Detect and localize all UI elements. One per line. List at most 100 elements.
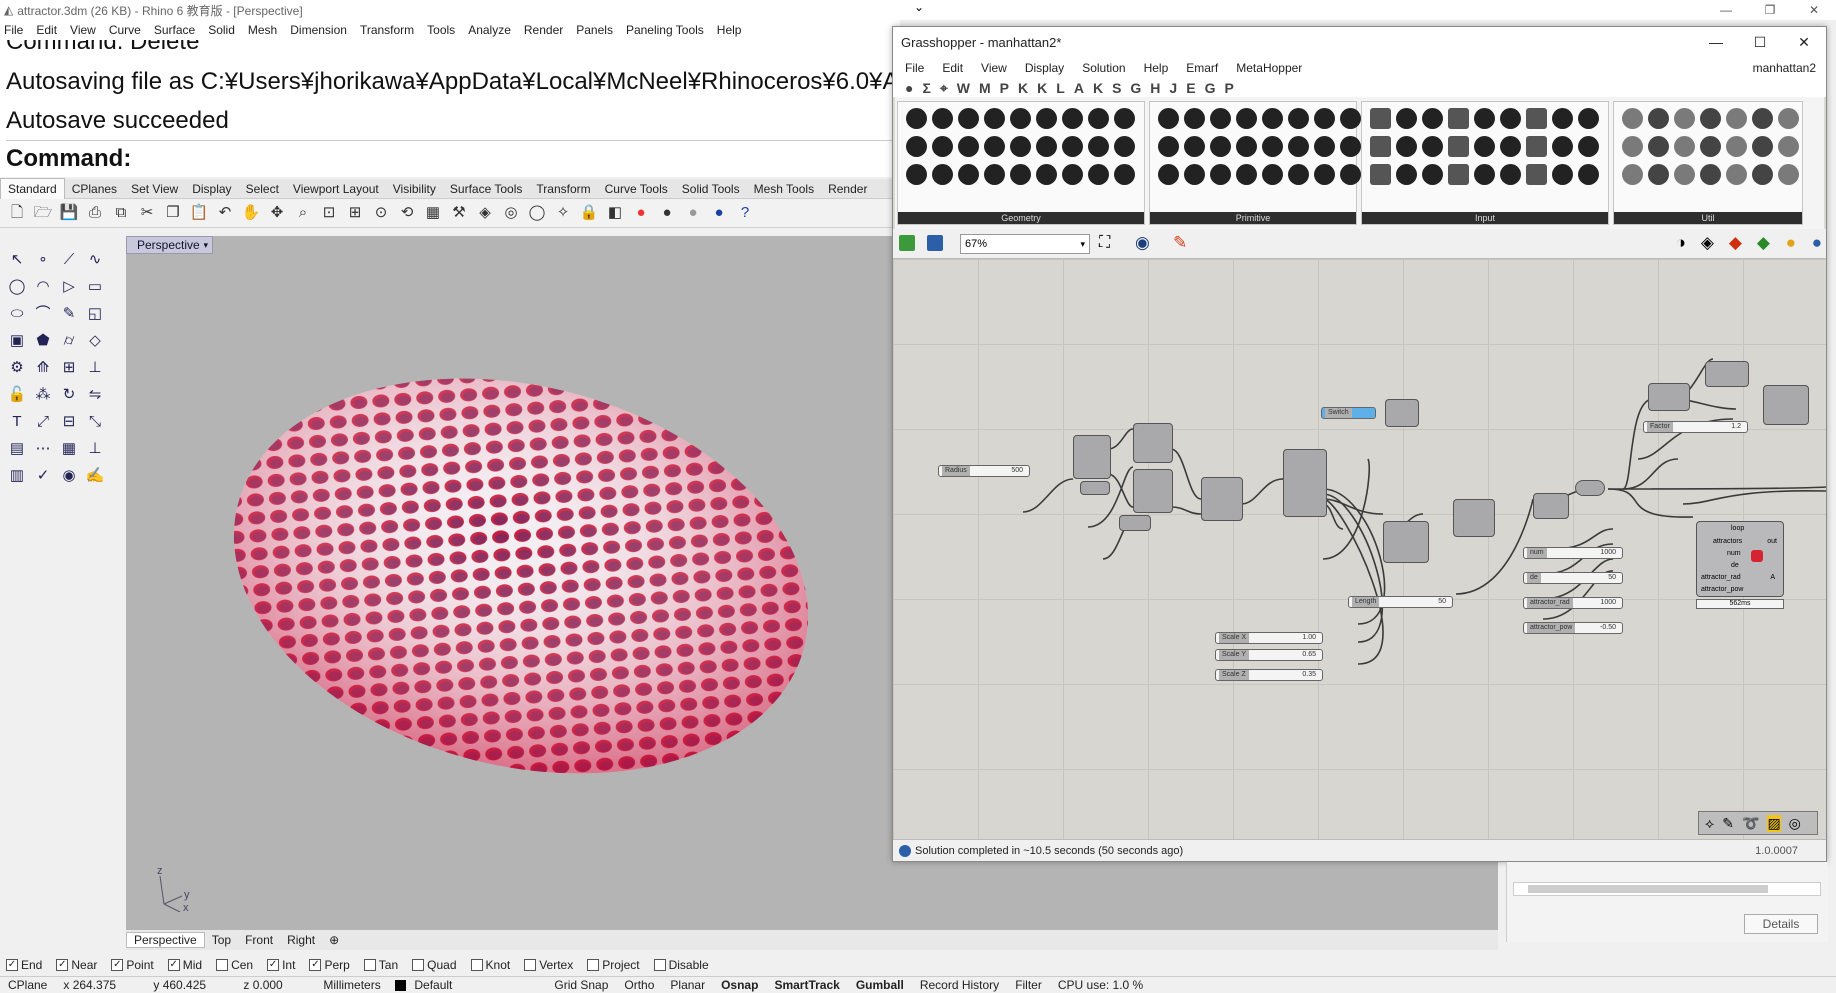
scrollbar-thumb[interactable]	[1528, 885, 1768, 893]
lock-icon[interactable]: 🔒	[578, 202, 600, 224]
slider-factor[interactable]: Factor 1.2	[1643, 421, 1748, 433]
component-icon[interactable]	[1726, 136, 1747, 157]
menu-transform[interactable]: Transform	[360, 23, 414, 37]
tab-curve-tools[interactable]: Curve Tools	[598, 179, 675, 199]
gh-tab-6[interactable]: K	[1037, 80, 1047, 96]
component-icon[interactable]	[1422, 136, 1443, 157]
component-icon[interactable]	[1448, 136, 1469, 157]
gh-component-preview[interactable]	[1385, 399, 1419, 427]
component-icon[interactable]	[1526, 136, 1547, 157]
details-button[interactable]: Details	[1744, 914, 1818, 934]
component-icon[interactable]	[1062, 136, 1083, 157]
solid-icon[interactable]: ⬟	[30, 327, 56, 354]
component-icon[interactable]	[1648, 108, 1669, 129]
cylinder-icon[interactable]: ⌭	[56, 327, 82, 354]
gh-tab-11[interactable]: G	[1130, 80, 1141, 96]
component-icon[interactable]	[932, 164, 953, 185]
component-icon[interactable]	[1314, 108, 1335, 129]
component-icon[interactable]	[1500, 164, 1521, 185]
component-icon[interactable]	[1752, 136, 1773, 157]
shaded-sphere-icon[interactable]: ●	[656, 202, 678, 224]
component-icon[interactable]	[958, 164, 979, 185]
component-icon[interactable]	[1578, 108, 1599, 129]
switch-toggle[interactable]: Switch	[1321, 407, 1376, 419]
tab-transform[interactable]: Transform	[529, 179, 597, 199]
slider-length[interactable]: Length 50	[1348, 596, 1453, 608]
check-icon[interactable]: ✓	[30, 462, 56, 489]
component-icon[interactable]	[1184, 108, 1205, 129]
sweep-icon[interactable]: ◇	[82, 327, 108, 354]
component-icon[interactable]	[1552, 108, 1573, 129]
print-icon[interactable]: ⎙	[84, 202, 106, 224]
brush-icon[interactable]: ✎	[1173, 233, 1187, 253]
osnap-near[interactable]: ✓ Near	[56, 958, 97, 972]
rotate-icon[interactable]: ↻	[56, 381, 82, 408]
gh-maximize-icon[interactable]: ☐	[1738, 27, 1782, 57]
component-icon[interactable]	[984, 136, 1005, 157]
sketch-icon[interactable]: ⛶	[1099, 234, 1110, 252]
open-icon[interactable]: 🗁	[32, 202, 54, 224]
component-icon[interactable]	[1158, 164, 1179, 185]
gh-tab-14[interactable]: E	[1186, 80, 1195, 96]
copy-icon[interactable]: ❐	[162, 202, 184, 224]
osnap-quad[interactable]: Quad	[412, 958, 457, 972]
gh-component-divide[interactable]	[1383, 521, 1429, 563]
gh-component-xyz[interactable]	[1073, 435, 1111, 479]
group-icon[interactable]: ⁂	[30, 381, 56, 408]
gh-tab-2[interactable]: W	[957, 80, 970, 96]
add-viewport-icon[interactable]: ⊕	[322, 933, 346, 947]
component-icon[interactable]	[1088, 108, 1109, 129]
menu-surface[interactable]: Surface	[154, 23, 195, 37]
gh-component-polyline[interactable]	[1453, 499, 1495, 537]
gh-menu-emarf[interactable]: Emarf	[1186, 61, 1218, 75]
lock-tool-icon[interactable]: 🔓	[4, 381, 30, 408]
component-icon[interactable]	[1036, 108, 1057, 129]
layer-label[interactable]: Default	[406, 978, 546, 992]
tab-standard[interactable]: Standard	[0, 178, 65, 199]
point-icon[interactable]: ∘	[30, 246, 56, 273]
save-file-icon[interactable]	[927, 235, 943, 251]
lasso-icon[interactable]: ➰	[1742, 815, 1759, 832]
checkbox-icon[interactable]: ✓	[267, 959, 280, 971]
pan-icon[interactable]: ✋	[240, 202, 262, 224]
gh-menu-solution[interactable]: Solution	[1082, 61, 1125, 75]
viewport-tab-front[interactable]: Front	[238, 933, 280, 947]
cut-icon[interactable]: ✂	[136, 202, 158, 224]
component-icon[interactable]	[906, 136, 927, 157]
surface-icon[interactable]: ◱	[82, 300, 108, 327]
component-icon[interactable]	[1552, 136, 1573, 157]
checkbox-icon[interactable]: ✓	[167, 959, 180, 971]
zoom-icon[interactable]: ⌕	[292, 202, 314, 224]
bolt-icon[interactable]: ⊥	[82, 435, 108, 462]
gh-tab-7[interactable]: L	[1056, 80, 1065, 96]
menu-tools[interactable]: Tools	[427, 23, 455, 37]
gh-document-name[interactable]: manhattan2	[1753, 61, 1816, 75]
component-icon[interactable]	[1474, 136, 1495, 157]
undo-icon[interactable]: ↶	[214, 202, 236, 224]
component-icon[interactable]	[1526, 108, 1547, 129]
zoom-window-icon[interactable]: ⊡	[318, 202, 340, 224]
component-icon[interactable]	[1114, 164, 1135, 185]
component-icon[interactable]	[1726, 164, 1747, 185]
osnap-point[interactable]: ✓ Point	[111, 958, 154, 972]
checkbox-icon[interactable]	[470, 959, 483, 971]
save-icon[interactable]: 💾	[58, 202, 80, 224]
component-icon[interactable]	[1010, 136, 1031, 157]
menu-solid[interactable]: Solid	[208, 23, 235, 37]
component-icon[interactable]	[1778, 136, 1799, 157]
gh-component-point[interactable]	[1133, 423, 1173, 463]
component-icon[interactable]	[1088, 164, 1109, 185]
curve-edit-icon[interactable]: ✎	[56, 300, 82, 327]
component-icon[interactable]	[1500, 108, 1521, 129]
menu-file[interactable]: File	[4, 23, 23, 37]
car-icon[interactable]: ⚒	[448, 202, 470, 224]
params-tab-icon[interactable]: ●	[905, 80, 913, 96]
gh-minimize-icon[interactable]: —	[1694, 27, 1738, 57]
smarttrack-toggle[interactable]: SmartTrack	[766, 978, 847, 992]
light-icon[interactable]: ✧	[552, 202, 574, 224]
sphere-icon[interactable]: ◯	[526, 202, 548, 224]
dimension-icon[interactable]: ⤢	[30, 408, 56, 435]
gh-tab-8[interactable]: A	[1074, 80, 1084, 96]
component-icon[interactable]	[1340, 136, 1361, 157]
component-icon[interactable]	[1210, 108, 1231, 129]
